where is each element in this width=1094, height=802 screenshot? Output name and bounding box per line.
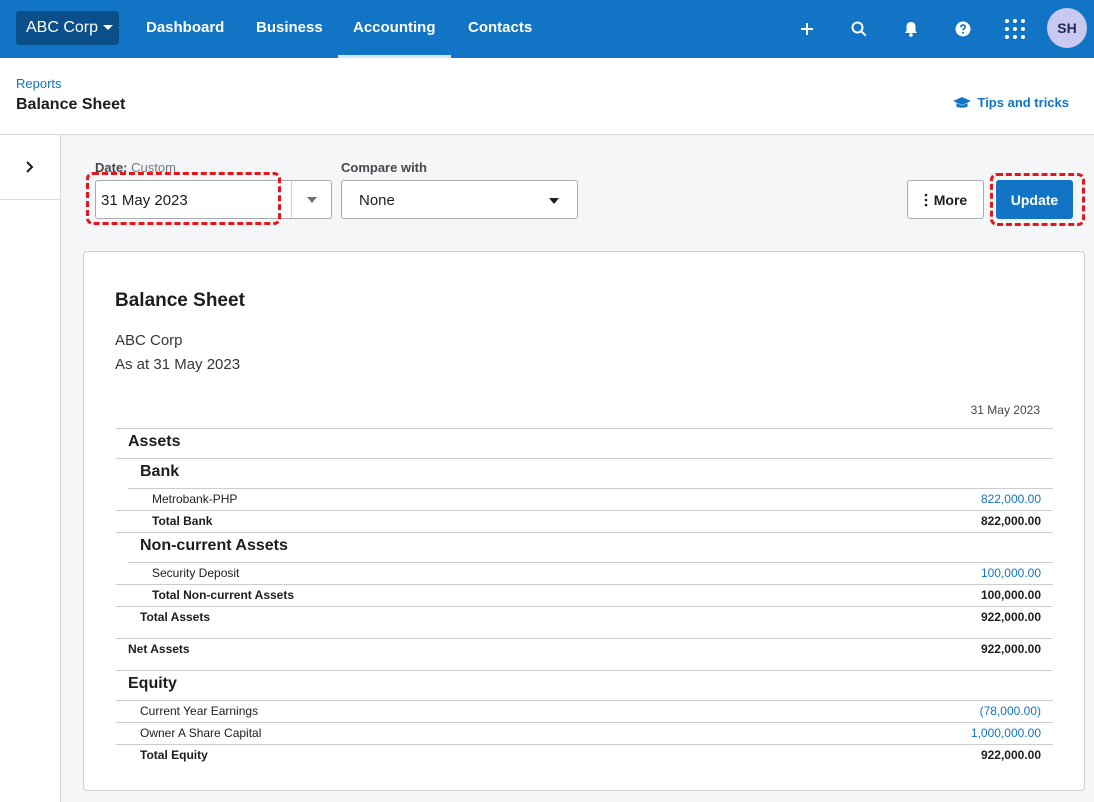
amount-value: 922,000.00 xyxy=(980,748,1041,762)
compare-label: Compare with xyxy=(341,160,427,175)
row-label: Owner A Share Capital xyxy=(140,726,262,740)
report-row: Bank xyxy=(116,458,1053,488)
compare-select[interactable]: None xyxy=(341,180,578,219)
breadcrumb-reports[interactable]: Reports xyxy=(16,76,62,91)
sidebar xyxy=(0,135,61,802)
amount-link[interactable]: 1,000,000.00 xyxy=(971,726,1041,740)
chevron-right-icon xyxy=(26,161,34,173)
amount-value: 922,000.00 xyxy=(980,610,1041,624)
row-label: Total Assets xyxy=(140,610,211,624)
amount-link[interactable]: (78,000.00) xyxy=(980,704,1041,718)
graduation-cap-icon xyxy=(953,96,972,108)
amount-link[interactable]: 822,000.00 xyxy=(981,492,1041,506)
bell-icon[interactable] xyxy=(896,14,926,44)
row-label: Bank xyxy=(140,463,180,480)
report-row: Non-current Assets xyxy=(116,532,1053,562)
caret-down-icon xyxy=(306,196,317,203)
row-label: Total Bank xyxy=(152,514,213,528)
row-label: Current Year Earnings xyxy=(140,704,259,718)
nav-contacts[interactable]: Contacts xyxy=(468,0,532,58)
date-dropdown-button[interactable] xyxy=(291,181,331,218)
user-avatar[interactable]: SH xyxy=(1047,8,1087,48)
report-row: Owner A Share Capital 1,000,000.00 xyxy=(116,722,1053,744)
more-vertical-icon xyxy=(924,193,928,206)
report-as-at: As at 31 May 2023 xyxy=(115,356,241,373)
highlight-update-button xyxy=(990,173,1085,226)
highlight-date-field xyxy=(86,172,281,225)
report-row: Total Equity 922,000.00 xyxy=(116,744,1053,766)
row-label: Assets xyxy=(128,433,181,450)
org-name: ABC Corp xyxy=(26,19,99,36)
report-row: Security Deposit 100,000.00 xyxy=(128,562,1053,584)
report-company: ABC Corp xyxy=(115,332,183,349)
row-label: Security Deposit xyxy=(152,566,240,580)
top-nav: ABC Corp Dashboard Business Accounting C… xyxy=(0,0,1094,58)
tips-and-tricks-link[interactable]: Tips and tricks xyxy=(953,95,1069,110)
report-row: Current Year Earnings (78,000.00) xyxy=(116,700,1053,722)
help-icon[interactable] xyxy=(948,14,978,44)
row-label: Non-current Assets xyxy=(140,537,288,554)
org-switcher[interactable]: ABC Corp xyxy=(16,11,119,45)
row-label: Total Non-current Assets xyxy=(152,588,295,602)
tips-label: Tips and tricks xyxy=(977,95,1069,110)
compare-value: None xyxy=(359,192,395,209)
column-header-date: 31 May 2023 xyxy=(970,403,1040,417)
amount-value: 822,000.00 xyxy=(980,514,1041,528)
more-button[interactable]: More xyxy=(907,180,984,219)
nav-dashboard[interactable]: Dashboard xyxy=(146,0,224,58)
row-label: Equity xyxy=(128,675,177,692)
app-grid-icon[interactable] xyxy=(1000,14,1030,44)
row-label: Net Assets xyxy=(128,642,190,656)
nav-business[interactable]: Business xyxy=(256,0,323,58)
row-label: Total Equity xyxy=(140,748,208,762)
more-label: More xyxy=(933,191,968,208)
report-row: Assets xyxy=(116,428,1053,458)
report-row: Net Assets 922,000.00 xyxy=(116,638,1053,670)
report-row: Total Assets 922,000.00 xyxy=(116,606,1053,628)
caret-down-icon xyxy=(549,198,559,204)
page-header: Reports Balance Sheet Tips and tricks xyxy=(0,58,1094,135)
add-icon[interactable] xyxy=(792,14,822,44)
amount-value: 100,000.00 xyxy=(980,588,1041,602)
nav-accounting[interactable]: Accounting xyxy=(338,0,450,58)
report-row: Equity xyxy=(116,670,1053,700)
report-title: Balance Sheet xyxy=(115,290,245,311)
report-row: Total Bank 822,000.00 xyxy=(116,510,1053,532)
expand-sidebar-button[interactable] xyxy=(0,135,60,200)
caret-down-icon xyxy=(103,25,114,31)
report-panel: Balance Sheet ABC Corp As at 31 May 2023… xyxy=(83,251,1085,791)
amount-value: 922,000.00 xyxy=(980,642,1041,656)
report-row: Metrobank-PHP 822,000.00 xyxy=(128,488,1053,510)
search-icon[interactable] xyxy=(844,14,874,44)
page-title: Balance Sheet xyxy=(16,96,126,113)
row-label: Metrobank-PHP xyxy=(152,492,238,506)
report-row: Total Non-current Assets 100,000.00 xyxy=(116,584,1053,606)
amount-link[interactable]: 100,000.00 xyxy=(981,566,1041,580)
